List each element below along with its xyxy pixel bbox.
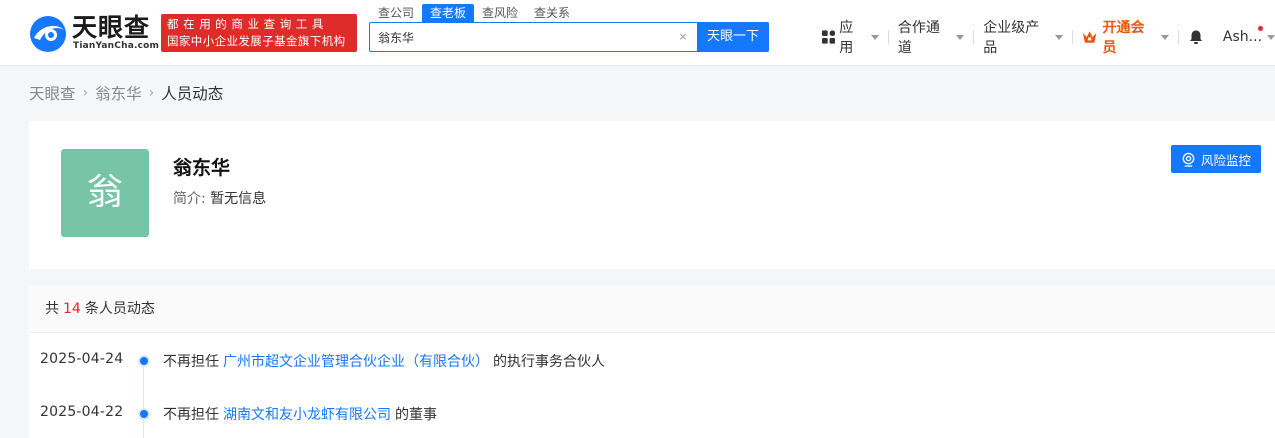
dynamics-header: 共 14 条人员动态 [29,286,1275,333]
nav-enterprise[interactable]: 企业级产品 [983,20,1064,56]
breadcrumb-person[interactable]: 翁东华 [95,82,142,104]
item-text: 不再担任 湖南文和友小龙虾有限公司 的董事 [163,404,437,424]
site-logo[interactable]: 天眼查 TianYanCha.com [28,12,159,54]
nav-cooperation-label: 合作通道 [897,20,940,56]
item-pre: 不再担任 [163,354,219,370]
top-header: 天眼查 TianYanCha.com 都在用的商业查询工具 国家中小企业发展子基… [0,0,1275,66]
nav-cooperation[interactable]: 合作通道 [898,20,965,56]
nav-divider [1072,30,1074,44]
breadcrumb-current: 人员动态 [161,85,224,103]
company-link[interactable]: 广州市超文企业管理合伙企业（有限合伙） [223,354,489,370]
notification-dot [1258,26,1264,31]
item-date: 2025-04-22 [40,404,124,420]
avatar: 翁 [61,149,149,237]
nav-divider [1177,30,1179,44]
list-item: 2025-04-22 不再担任 湖南文和友小龙虾有限公司 的董事 [29,404,1275,424]
search-tabs: 查公司 查老板 查风险 查关系 [370,4,578,22]
user-name: Ash... [1222,29,1263,45]
nav-divider [887,30,889,44]
intro: 简介: 暂无信息 [173,188,266,208]
list-item: 2025-04-24 不再担任 广州市超文企业管理合伙企业（有限合伙） 的执行事务合… [29,351,1275,371]
chevron-right-icon: › [82,85,89,101]
chevron-down-icon [956,34,965,40]
nav-divider [973,30,975,44]
logo-text: 天眼查 [72,13,151,42]
eye-logo-icon [30,16,66,52]
timeline-dot [140,410,148,418]
apps-grid-icon [822,30,836,44]
tab-company[interactable]: 查公司 [370,4,422,22]
top-nav: 应用 合作通道 企业级产品 开通会员 Ash... [822,20,1275,56]
monitor-camera-icon [1182,152,1195,167]
item-post: 的执行事务合伙人 [493,354,605,370]
crown-icon [1083,31,1097,43]
user-menu[interactable]: Ash... [1223,22,1275,52]
tab-risk[interactable]: 查风险 [474,4,526,22]
slogan-banner: 都在用的商业查询工具 国家中小企业发展子基金旗下机构 [161,14,357,52]
slogan-line2: 国家中小企业发展子基金旗下机构 [167,34,346,48]
notification-button[interactable] [1188,22,1204,52]
search-box: × 天眼一下 [369,22,769,52]
nav-vip-label: 开通会员 [1102,20,1145,56]
item-text: 不再担任 广州市超文企业管理合伙企业（有限合伙） 的执行事务合伙人 [163,351,605,371]
dynamics-prefix: 共 [45,301,59,317]
nav-apps[interactable]: 应用 [822,20,879,56]
nav-vip[interactable]: 开通会员 [1082,20,1169,56]
search-button[interactable]: 天眼一下 [697,22,769,52]
nav-enterprise-label: 企业级产品 [983,20,1040,56]
person-name: 翁东华 [173,157,231,179]
chevron-down-icon [1267,34,1275,40]
item-post: 的董事 [395,407,437,423]
intro-label: 简介: [173,191,206,207]
risk-monitor-button[interactable]: 风险监控 [1171,145,1261,173]
risk-monitor-label: 风险监控 [1200,152,1251,168]
slogan-line1: 都在用的商业查询工具 [167,17,328,31]
timeline-dot [140,357,148,365]
chevron-down-icon [870,34,879,40]
search-input[interactable] [378,23,668,51]
clear-icon[interactable]: × [676,30,690,44]
item-pre: 不再担任 [163,407,219,423]
tab-relation[interactable]: 查关系 [526,4,578,22]
intro-value: 暂无信息 [210,191,267,207]
tab-boss[interactable]: 查老板 [422,4,475,22]
logo-domain: TianYanCha.com [73,41,160,51]
nav-apps-label: 应用 [839,20,854,56]
dynamics-count: 14 [63,301,81,317]
chevron-down-icon [1160,34,1169,40]
profile-card: 翁 翁东华 简介: 暂无信息 风险监控 [29,121,1275,269]
chevron-right-icon: › [148,85,155,101]
breadcrumb-home[interactable]: 天眼查 [29,82,76,104]
item-date: 2025-04-24 [40,351,124,367]
breadcrumb: 天眼查 › 翁东华 › 人员动态 [29,82,223,104]
bell-icon [1189,30,1202,44]
dynamics-suffix: 条人员动态 [84,301,155,317]
dynamics-section: 共 14 条人员动态 2025-04-24 不再担任 广州市超文企业管理合伙企业（有限… [29,286,1275,438]
company-link[interactable]: 湖南文和友小龙虾有限公司 [223,407,391,423]
chevron-down-icon [1055,34,1064,40]
